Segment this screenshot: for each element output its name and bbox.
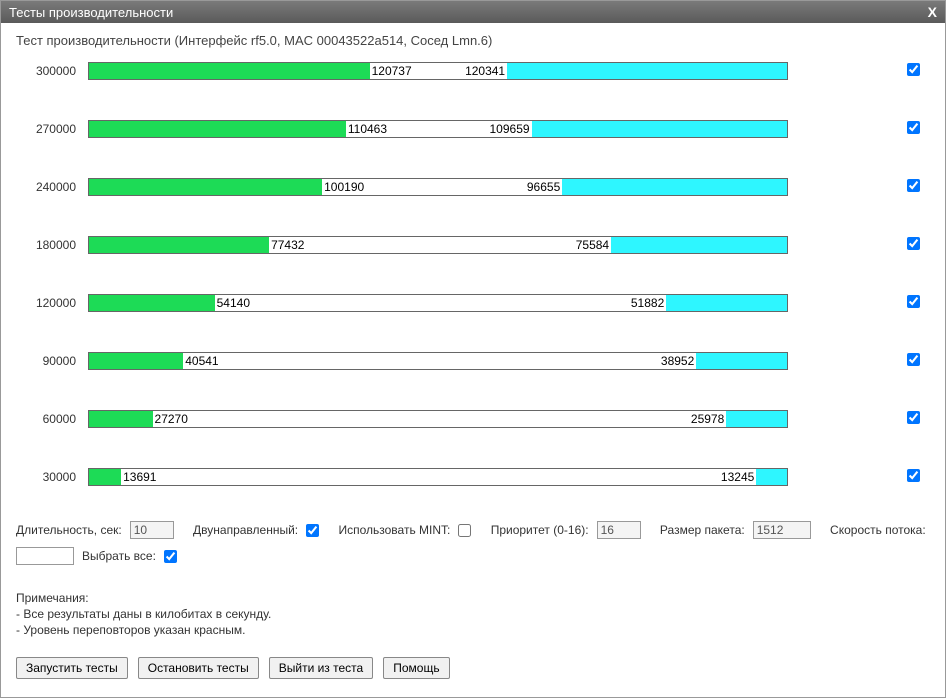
duration-label: Длительность, сек: <box>16 523 122 537</box>
dialog-body: Тест производительности (Интерфейс rf5.0… <box>1 23 945 697</box>
stop-tests-button[interactable]: Остановить тесты <box>138 657 259 679</box>
row-checkbox[interactable] <box>907 295 920 308</box>
row-checkbox[interactable] <box>907 63 920 76</box>
cyan-value: 51882 <box>631 296 664 310</box>
mint-label: Использовать MINT: <box>338 523 450 537</box>
test-row: 60000 27270 25978 <box>16 410 930 428</box>
green-segment <box>89 63 370 79</box>
cyan-value: 25978 <box>691 412 724 426</box>
row-checkbox[interactable] <box>907 469 920 482</box>
row-checkbox[interactable] <box>907 121 920 134</box>
row-speed-label: 300000 <box>16 64 76 78</box>
cyan-value: 75584 <box>576 238 609 252</box>
exit-test-button[interactable]: Выйти из теста <box>269 657 373 679</box>
notes: Примечания: - Все результаты даны в кило… <box>16 590 930 639</box>
duration-input[interactable] <box>130 521 174 539</box>
subtitle: Тест производительности (Интерфейс rf5.0… <box>16 33 930 48</box>
throughput-bar: 100190 96655 <box>88 178 788 196</box>
cyan-segment <box>666 295 787 311</box>
bidirectional-checkbox[interactable] <box>306 524 319 537</box>
packet-label: Размер пакета: <box>660 523 745 537</box>
green-value: 77432 <box>271 238 304 252</box>
cyan-segment <box>532 121 787 137</box>
performance-tests-dialog: Тесты производительности X Тест производ… <box>0 0 946 698</box>
test-row: 90000 40541 38952 <box>16 352 930 370</box>
notes-line1: - Все результаты даны в килобитах в секу… <box>16 606 930 622</box>
cyan-segment <box>726 411 787 427</box>
test-row: 120000 54140 51882 <box>16 294 930 312</box>
green-value: 100190 <box>324 180 364 194</box>
test-row: 180000 77432 75584 <box>16 236 930 254</box>
run-tests-button[interactable]: Запустить тесты <box>16 657 128 679</box>
dialog-title: Тесты производительности <box>9 5 173 20</box>
throughput-bar: 120737 120341 <box>88 62 788 80</box>
green-segment <box>89 469 121 485</box>
row-speed-label: 90000 <box>16 354 76 368</box>
bidirectional-label: Двунаправленный: <box>193 523 298 537</box>
test-row: 270000 110463 109659 <box>16 120 930 138</box>
notes-heading: Примечания: <box>16 590 930 606</box>
action-buttons: Запустить тесты Остановить тесты Выйти и… <box>16 657 930 679</box>
green-segment <box>89 121 346 137</box>
row-speed-label: 180000 <box>16 238 76 252</box>
green-value: 120737 <box>372 64 412 78</box>
cyan-segment <box>756 469 787 485</box>
throughput-bar: 54140 51882 <box>88 294 788 312</box>
cyan-segment <box>507 63 787 79</box>
row-checkbox[interactable] <box>907 237 920 250</box>
row-checkbox[interactable] <box>907 353 920 366</box>
green-segment <box>89 237 269 253</box>
green-segment <box>89 353 183 369</box>
select-all-checkbox[interactable] <box>164 550 177 563</box>
cyan-value: 120341 <box>465 64 505 78</box>
titlebar: Тесты производительности X <box>1 1 945 23</box>
row-speed-label: 30000 <box>16 470 76 484</box>
row-speed-label: 270000 <box>16 122 76 136</box>
mint-checkbox[interactable] <box>458 524 471 537</box>
green-value: 40541 <box>185 354 218 368</box>
cyan-value: 38952 <box>661 354 694 368</box>
help-button[interactable]: Помощь <box>383 657 449 679</box>
row-speed-label: 60000 <box>16 412 76 426</box>
throughput-bar: 27270 25978 <box>88 410 788 428</box>
test-row: 240000 100190 96655 <box>16 178 930 196</box>
controls-bar: Длительность, сек: Двунаправленный: Испо… <box>16 521 930 565</box>
green-value: 27270 <box>155 412 188 426</box>
cyan-value: 109659 <box>490 122 530 136</box>
rate-input[interactable] <box>16 547 74 565</box>
test-row: 30000 13691 13245 <box>16 468 930 486</box>
green-value: 110463 <box>348 122 387 136</box>
throughput-bar: 110463 109659 <box>88 120 788 138</box>
green-value: 54140 <box>217 296 250 310</box>
row-checkbox[interactable] <box>907 411 920 424</box>
green-segment <box>89 179 322 195</box>
green-segment <box>89 295 215 311</box>
green-segment <box>89 411 153 427</box>
row-checkbox[interactable] <box>907 179 920 192</box>
test-rows: 300000 120737 120341 270000 110463 109659 2400… <box>16 62 930 486</box>
notes-line2: - Уровень переповторов указан красным. <box>16 622 930 638</box>
cyan-segment <box>611 237 787 253</box>
throughput-bar: 13691 13245 <box>88 468 788 486</box>
priority-input[interactable] <box>597 521 641 539</box>
close-icon[interactable]: X <box>928 4 937 20</box>
throughput-bar: 77432 75584 <box>88 236 788 254</box>
cyan-segment <box>562 179 787 195</box>
row-speed-label: 120000 <box>16 296 76 310</box>
packet-input[interactable] <box>753 521 811 539</box>
priority-label: Приоритет (0-16): <box>491 523 589 537</box>
green-value: 13691 <box>123 470 156 484</box>
cyan-value: 96655 <box>527 180 560 194</box>
rate-label: Скорость потока: <box>830 523 926 537</box>
select-all-label: Выбрать все: <box>82 549 156 563</box>
cyan-segment <box>696 353 787 369</box>
cyan-value: 13245 <box>721 470 754 484</box>
row-speed-label: 240000 <box>16 180 76 194</box>
throughput-bar: 40541 38952 <box>88 352 788 370</box>
test-row: 300000 120737 120341 <box>16 62 930 80</box>
